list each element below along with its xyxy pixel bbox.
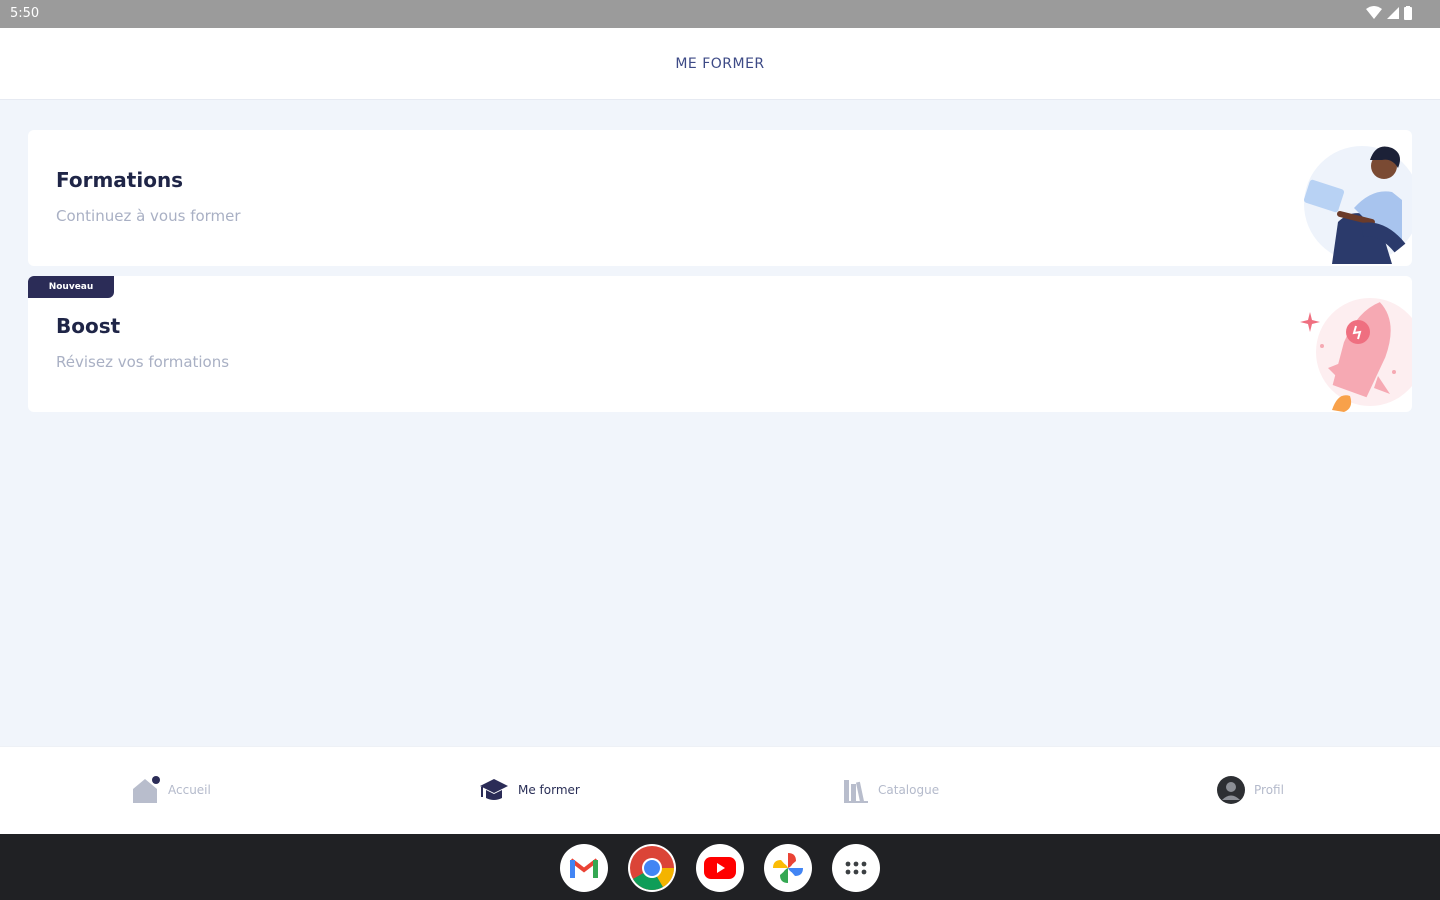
gmail-icon[interactable] — [560, 844, 608, 892]
app-drawer-icon[interactable] — [832, 844, 880, 892]
status-icons — [1366, 6, 1412, 20]
library-icon — [844, 780, 868, 803]
nav-label-profil: Profil — [1254, 783, 1284, 797]
new-badge: Nouveau — [28, 276, 114, 298]
chrome-icon[interactable] — [628, 844, 676, 892]
nav-item-accueil[interactable]: Accueil — [130, 773, 211, 807]
avatar-icon — [1217, 776, 1245, 804]
nav-label-accueil: Accueil — [168, 783, 211, 797]
nav-label-catalogue: Catalogue — [878, 783, 940, 797]
nav-item-me-former[interactable]: Me former — [478, 773, 580, 807]
app-header: ME FORMER — [0, 28, 1440, 100]
rocket-illustration — [1300, 298, 1412, 412]
youtube-icon[interactable] — [696, 844, 744, 892]
formations-card[interactable]: Formations Continuez à vous former — [28, 130, 1412, 266]
bottom-nav: Accueil Me former Catalogue Profil — [0, 746, 1440, 834]
boost-title: Boost — [56, 314, 121, 338]
page-title: ME FORMER — [675, 56, 765, 72]
formations-title: Formations — [56, 168, 184, 192]
photos-icon[interactable] — [764, 844, 812, 892]
status-bar: 5:50 — [0, 0, 1440, 28]
status-time: 5:50 — [10, 6, 40, 21]
formations-subtitle: Continuez à vous former — [56, 207, 241, 225]
home-icon — [133, 776, 160, 803]
battery-icon — [1404, 6, 1412, 20]
graduation-cap-icon — [480, 779, 508, 800]
system-dock — [0, 834, 1440, 900]
dock-icons — [0, 844, 1440, 892]
nav-item-profil[interactable]: Profil — [1216, 773, 1284, 807]
nav-label-me-former: Me former — [518, 783, 580, 797]
boost-card[interactable]: Nouveau Boost Révisez vos formations — [28, 276, 1412, 412]
boost-subtitle: Révisez vos formations — [56, 353, 230, 371]
signal-icon — [1387, 7, 1399, 19]
nav-item-catalogue[interactable]: Catalogue — [842, 773, 939, 807]
wifi-icon — [1366, 6, 1382, 19]
learner-illustration — [1303, 146, 1412, 264]
